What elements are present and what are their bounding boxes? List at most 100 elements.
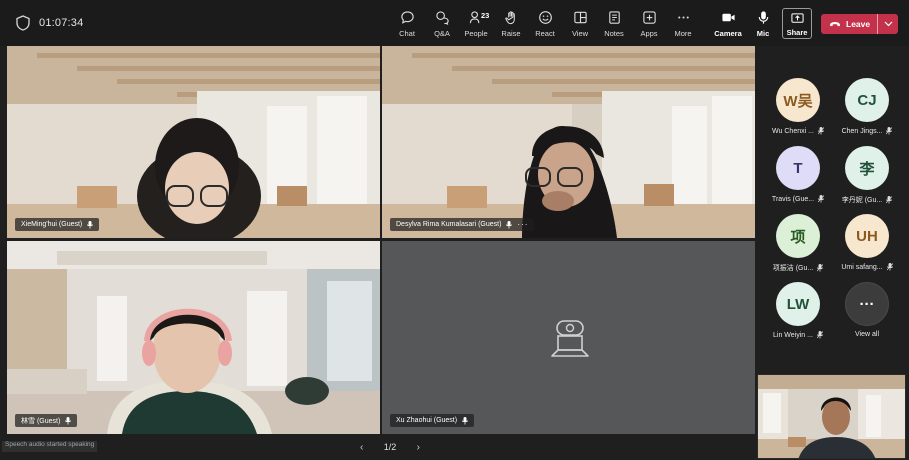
hand-icon <box>504 11 515 25</box>
participant-name: Travis (Gue... <box>771 195 815 203</box>
virtual-background <box>758 375 905 458</box>
layout-icon <box>573 11 587 24</box>
video-tile[interactable]: 林雪 (Guest) <box>7 241 380 434</box>
avatar: 项 <box>776 214 820 258</box>
microphone-off-icon <box>817 127 824 135</box>
notes-icon <box>608 11 620 24</box>
previous-page-button[interactable]: ‹ <box>360 442 363 453</box>
gallery-pager: ‹ 1/2 › <box>360 440 420 454</box>
chat-label: Chat <box>399 29 415 38</box>
leave-button-group: Leave <box>821 14 898 34</box>
leave-options-button[interactable] <box>878 14 898 34</box>
caption-overlay: Speech audio started speaking <box>2 441 98 452</box>
notes-label: Notes <box>604 29 624 38</box>
microphone-icon <box>65 416 72 424</box>
camera-icon <box>721 13 735 22</box>
camera-button[interactable]: Camera <box>710 7 746 41</box>
chat-icon <box>400 11 414 24</box>
meeting-toolbar: 01:07:34 Chat Q&A 23 People Raise React … <box>0 0 909 46</box>
avatar: T <box>776 146 820 190</box>
microphone-off-icon <box>818 195 825 203</box>
avatar: 李 <box>845 146 889 190</box>
apps-button[interactable]: Apps <box>631 7 667 41</box>
avatar: CJ <box>845 78 889 122</box>
participant-name: 林雪 (Guest) <box>21 417 61 425</box>
participant-item[interactable]: 李 李丹妮 (Gu... <box>832 146 902 205</box>
people-label: People <box>464 29 488 38</box>
view-all-label: View all <box>855 331 879 338</box>
participant-name: 项振洁 (Gu... <box>772 265 814 272</box>
apps-label: Apps <box>640 29 658 38</box>
hang-up-icon <box>830 22 840 27</box>
share-button[interactable]: Share <box>782 8 812 39</box>
raise-hand-button[interactable]: Raise <box>493 7 529 41</box>
people-button[interactable]: 23 People <box>458 7 494 41</box>
leave-label: Leave <box>846 19 871 29</box>
emoji-icon <box>538 11 552 24</box>
microphone-off-icon <box>886 196 893 204</box>
react-label: React <box>535 29 555 38</box>
more-button[interactable]: More <box>665 7 701 41</box>
camera-label: Camera <box>714 29 742 38</box>
video-tile[interactable]: XieMing'hui (Guest) <box>7 46 380 238</box>
avatar: LW <box>776 282 820 326</box>
participant-item[interactable]: 项 项振洁 (Gu... <box>763 214 833 273</box>
people-count-badge: 23 <box>481 11 490 20</box>
next-page-button[interactable]: › <box>417 442 420 453</box>
mic-button[interactable]: Mic <box>745 7 781 41</box>
participant-name: XieMing'hui (Guest) <box>21 221 83 228</box>
participant-item[interactable]: LW Lin Weiyin ... <box>763 282 833 339</box>
more-icon: ··· <box>845 282 889 326</box>
notes-button[interactable]: Notes <box>596 7 632 41</box>
virtual-background <box>382 46 755 238</box>
microphone-icon <box>87 220 94 228</box>
participant-label: View all <box>832 331 902 338</box>
qa-label: Q&A <box>434 29 450 38</box>
participant-name-tag: Xu Zhaohui (Guest) <box>390 414 475 427</box>
participant-label: 项振洁 (Gu... <box>763 263 833 273</box>
camera-off-icon <box>551 320 589 357</box>
participant-item[interactable]: UH Umi safang... <box>832 214 902 271</box>
chevron-down-icon <box>884 21 892 27</box>
microphone-off-icon <box>886 127 893 135</box>
view-button[interactable]: View <box>562 7 598 41</box>
participant-name: Lin Weiyin ... <box>773 331 813 339</box>
view-all-button[interactable]: ··· View all <box>832 282 902 338</box>
participant-item[interactable]: T Travis (Gue... <box>763 146 833 203</box>
chat-button[interactable]: Chat <box>389 7 425 41</box>
video-tile-camera-off[interactable]: Xu Zhaohui (Guest) <box>382 241 755 434</box>
microphone-off-icon <box>817 264 824 272</box>
participant-item[interactable]: W吴 Wu Chenxi ... <box>763 78 833 135</box>
microphone-off-icon <box>816 331 823 339</box>
teams-meeting-window: 01:07:34 Chat Q&A 23 People Raise React … <box>0 0 909 460</box>
participant-name-tag: 林雪 (Guest) <box>15 414 78 427</box>
participant-label: 李丹妮 (Gu... <box>832 195 902 205</box>
participant-name: Umi safang... <box>841 263 883 271</box>
participant-name: Chen Jings... <box>841 127 883 135</box>
microphone-off-icon <box>886 263 893 271</box>
video-tile[interactable]: Desylva Rima Kumalasari (Guest) ··· <box>382 46 755 238</box>
more-icon <box>677 16 689 19</box>
plus-square-icon <box>642 11 656 24</box>
participant-name: Wu Chenxi ... <box>772 127 814 135</box>
microphone-icon <box>506 220 513 228</box>
virtual-background <box>7 46 380 238</box>
view-label: View <box>571 29 589 38</box>
leave-button[interactable]: Leave <box>821 14 877 34</box>
virtual-background <box>7 241 380 434</box>
participant-label: Lin Weiyin ... <box>763 331 833 339</box>
qa-icon <box>435 11 449 25</box>
qa-button[interactable]: Q&A <box>424 7 460 41</box>
meeting-timer: 01:07:34 <box>39 17 84 29</box>
raise-label: Raise <box>501 29 521 38</box>
mic-label: Mic <box>756 29 770 38</box>
avatar: W吴 <box>776 78 820 122</box>
participant-name-tag: Desylva Rima Kumalasari (Guest) ··· <box>390 218 535 231</box>
more-options-icon[interactable]: ··· <box>517 220 528 229</box>
self-view-video[interactable] <box>757 374 906 459</box>
microphone-icon <box>758 11 768 24</box>
participant-item[interactable]: CJ Chen Jings... <box>832 78 902 135</box>
microphone-icon <box>462 416 468 424</box>
shield-icon[interactable] <box>16 15 30 31</box>
react-button[interactable]: React <box>527 7 563 41</box>
